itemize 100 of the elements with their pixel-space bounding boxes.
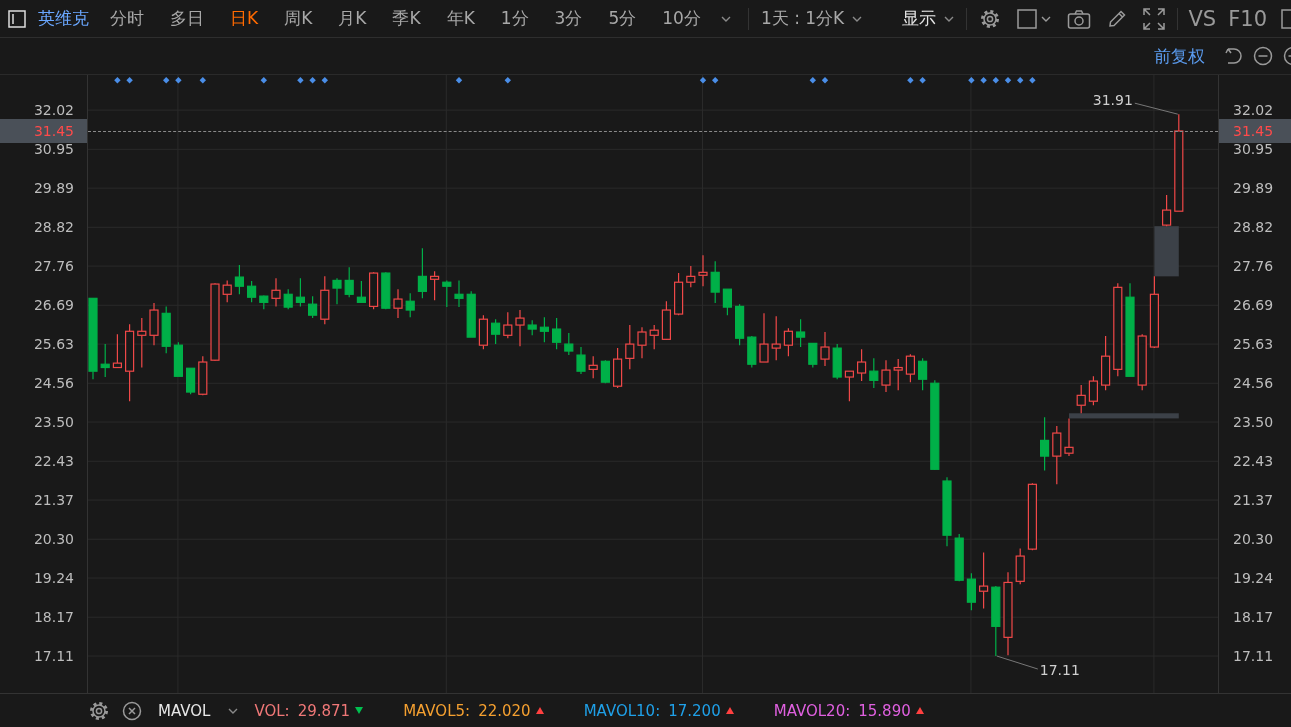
indicator-value: 15.890 xyxy=(858,701,911,720)
candlestick xyxy=(820,331,830,367)
event-marker-icon[interactable] xyxy=(919,77,926,84)
event-marker-icon[interactable] xyxy=(992,77,999,84)
period-tab[interactable]: 多日 xyxy=(157,3,217,34)
display-menu[interactable]: 显示 xyxy=(894,3,963,34)
indicator-value: 22.020 xyxy=(478,701,531,720)
settings-icon xyxy=(979,7,1002,30)
candlestick xyxy=(991,585,1001,657)
candlestick xyxy=(198,355,208,396)
current-price-tag: 31.45 xyxy=(1219,119,1291,143)
event-marker-icon[interactable] xyxy=(809,77,816,84)
event-marker-icon[interactable] xyxy=(114,77,121,84)
indicator-label: MAVOL5: xyxy=(403,701,471,720)
event-marker-icon[interactable] xyxy=(321,77,328,84)
undo-icon[interactable] xyxy=(1223,46,1243,66)
candlestick xyxy=(979,551,989,610)
toolbar-text-button[interactable]: F10 xyxy=(1222,3,1273,34)
settings-icon[interactable] xyxy=(88,699,110,722)
candlestick xyxy=(161,305,171,354)
axis-label: 26.69 xyxy=(33,297,74,314)
event-marker-icon[interactable] xyxy=(163,77,170,84)
caret-icon xyxy=(852,14,863,23)
axis-label: 29.89 xyxy=(33,180,74,197)
event-marker-icon[interactable] xyxy=(1004,77,1012,84)
period-tab[interactable]: 年K xyxy=(433,3,488,34)
indicator-label: VOL: xyxy=(254,701,290,720)
candlestick xyxy=(918,357,928,391)
axis-label: 21.37 xyxy=(33,492,74,509)
event-marker-icon[interactable] xyxy=(907,77,914,84)
candlestick xyxy=(1027,482,1037,551)
axis-label: 18.17 xyxy=(1233,609,1274,626)
axis-label: 25.63 xyxy=(33,336,74,353)
interval-dropdown[interactable]: 1天 : 1分K xyxy=(752,3,871,34)
event-marker-icon[interactable] xyxy=(297,77,304,84)
period-tab[interactable]: 分时 xyxy=(97,3,157,34)
high-price-label: 31.91 xyxy=(1092,92,1133,109)
axis-label: 32.02 xyxy=(1233,102,1274,119)
event-marker-icon[interactable] xyxy=(260,77,267,84)
leader-line xyxy=(996,655,1039,670)
period-tab[interactable]: 3分 xyxy=(541,3,596,34)
event-marker-icon[interactable] xyxy=(1017,77,1024,84)
caret-icon xyxy=(944,14,955,23)
toolbar-text-button[interactable]: VS xyxy=(1182,3,1223,34)
camera-icon xyxy=(1067,8,1092,29)
event-marker-icon[interactable] xyxy=(504,77,511,84)
candlestick xyxy=(808,342,818,369)
axis-label: 20.30 xyxy=(1233,531,1274,548)
candlestick xyxy=(966,572,976,611)
axis-label: 19.24 xyxy=(1233,570,1274,587)
event-marker-icon[interactable] xyxy=(455,77,463,84)
axis-label: 17.11 xyxy=(33,648,74,664)
period-tab[interactable]: 5分 xyxy=(595,3,650,34)
axis-label: 23.50 xyxy=(1233,414,1274,431)
candlestick xyxy=(710,260,720,304)
candlestick xyxy=(173,341,183,377)
price-adjust-button[interactable]: 前复权 xyxy=(1146,44,1213,68)
zoom-out-icon[interactable] xyxy=(1253,46,1273,66)
axis-label: 27.76 xyxy=(33,258,74,275)
candlestick xyxy=(698,254,708,287)
axis-label: 30.95 xyxy=(1233,141,1274,158)
event-marker-icon[interactable] xyxy=(309,77,316,84)
axis-label: 22.43 xyxy=(1233,453,1274,470)
event-marker-icon[interactable] xyxy=(199,77,206,84)
indicator-label: MAVOL10: xyxy=(583,701,661,720)
axis-label: 27.76 xyxy=(1233,258,1274,275)
period-tab[interactable]: 日K xyxy=(217,3,272,34)
event-marker-icon[interactable] xyxy=(712,77,719,84)
stock-name: 英维克 xyxy=(38,7,89,30)
event-marker-icon[interactable] xyxy=(1029,77,1036,84)
candlestick xyxy=(259,294,269,310)
axis-label: 20.30 xyxy=(33,531,74,548)
event-marker-icon[interactable] xyxy=(175,77,182,84)
axis-label: 21.37 xyxy=(1233,492,1274,509)
axis-label: 25.63 xyxy=(1233,336,1274,353)
close-icon[interactable] xyxy=(122,700,142,721)
axis-label: 17.11 xyxy=(1233,648,1274,664)
event-marker-icon[interactable] xyxy=(126,77,133,84)
axis-label: 19.24 xyxy=(33,570,74,587)
fullscreen-icon xyxy=(1143,7,1166,30)
period-tab[interactable]: 10分 xyxy=(649,3,744,34)
app-menu-icon[interactable] xyxy=(8,9,26,28)
axis-label: 23.50 xyxy=(33,414,74,431)
indicator-dropdown[interactable]: MAVOL xyxy=(154,701,243,720)
event-marker-icon[interactable] xyxy=(699,77,707,84)
candlestick xyxy=(503,311,513,339)
caret-icon xyxy=(1041,14,1052,23)
candlestick xyxy=(905,353,915,383)
axis-label: 32.02 xyxy=(33,102,74,119)
period-tab[interactable]: 周K xyxy=(271,3,326,34)
event-marker-icon[interactable] xyxy=(980,77,987,84)
period-tab[interactable]: 季K xyxy=(379,3,434,34)
period-tab[interactable]: 1分 xyxy=(487,3,542,34)
square-icon xyxy=(1017,8,1038,29)
event-marker-icon[interactable] xyxy=(821,77,829,84)
event-marker-icon[interactable] xyxy=(968,77,975,84)
period-tab[interactable]: 月K xyxy=(325,3,380,34)
axis-label: 22.43 xyxy=(33,453,74,470)
caret-icon xyxy=(720,14,731,23)
caret-icon xyxy=(228,706,239,715)
